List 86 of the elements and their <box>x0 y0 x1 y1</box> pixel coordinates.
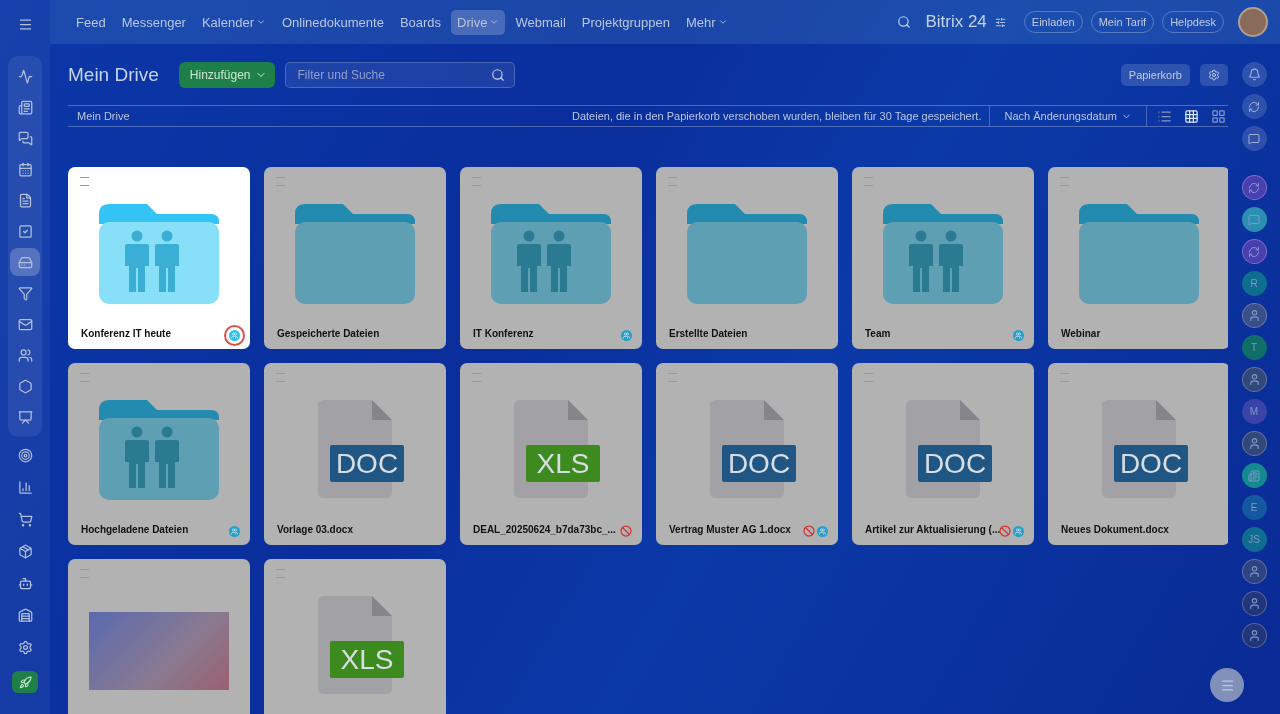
file-name: Vorlage 03.docx <box>277 524 353 535</box>
trash-button[interactable]: Papierkorb <box>1120 64 1190 86</box>
chat-avatar[interactable] <box>1241 207 1267 232</box>
file-card[interactable]: DOC Vorlage 03.docx <box>264 363 446 545</box>
file-card[interactable]: DOC Artikel zur Aktualisierung (... <box>852 363 1034 545</box>
chat-icon[interactable] <box>1241 126 1267 151</box>
file-card[interactable]: DOC Vertrag Muster AG 1.docx <box>656 363 838 545</box>
drag-handle-icon[interactable] <box>1060 373 1069 382</box>
file-card[interactable]: XLS DEAL_20250624_b7da73bc_... <box>460 363 642 545</box>
drag-handle-icon[interactable] <box>668 373 677 382</box>
contact-avatar[interactable]: M <box>1241 399 1267 424</box>
breadcrumb[interactable]: Mein Drive <box>77 110 130 122</box>
file-card[interactable]: Hochgeladene Dateien <box>68 363 250 545</box>
file-card[interactable]: Team <box>852 167 1034 349</box>
drag-handle-icon[interactable] <box>276 177 285 186</box>
contact-avatar[interactable] <box>1241 367 1267 392</box>
drag-handle-icon[interactable] <box>472 373 481 382</box>
nav-tab[interactable]: Messenger <box>115 9 192 35</box>
contact-avatar[interactable] <box>1241 591 1267 616</box>
settings-button[interactable] <box>1200 64 1228 86</box>
file-type-label: DOC <box>722 445 796 482</box>
page-title: Mein Drive <box>68 64 159 86</box>
drag-handle-icon[interactable] <box>80 373 89 382</box>
file-type-label: DOC <box>918 445 992 482</box>
drag-handle-icon[interactable] <box>864 177 873 186</box>
chat-avatar[interactable] <box>1241 175 1267 200</box>
rocket-icon[interactable] <box>12 671 38 693</box>
file-card[interactable] <box>68 559 250 714</box>
contact-avatar[interactable] <box>1241 431 1267 456</box>
nav-tab[interactable]: Drive <box>451 9 506 35</box>
drag-handle-icon[interactable] <box>276 373 285 382</box>
drag-handle-icon[interactable] <box>80 177 89 186</box>
bell-icon[interactable] <box>1241 62 1267 87</box>
file-name: Hochgeladene Dateien <box>81 524 189 535</box>
file-name: Webinar <box>1061 328 1101 339</box>
drive-icon[interactable] <box>10 248 40 276</box>
file-card[interactable]: Konferenz IT heute <box>68 167 250 349</box>
file-name: DEAL_20250624_b7da73bc_... <box>473 524 616 535</box>
menu-button[interactable] <box>1210 668 1244 702</box>
file-type-label: XLS <box>526 445 600 482</box>
file-type-label: DOC <box>1114 445 1188 482</box>
file-card[interactable]: Gespeicherte Dateien <box>264 167 446 349</box>
file-card[interactable]: IT Konferenz <box>460 167 642 349</box>
file-name: Artikel zur Aktualisierung (... <box>865 524 1001 535</box>
file-name: Konferenz IT heute <box>81 328 171 339</box>
logo: Bitrix 24 <box>925 12 987 32</box>
contact-avatar[interactable] <box>1241 559 1267 584</box>
sliders-icon[interactable] <box>994 16 1006 28</box>
chat-avatar[interactable] <box>1241 463 1267 488</box>
nav-tab[interactable]: Boards <box>393 9 448 35</box>
file-name: Erstellte Dateien <box>669 328 748 339</box>
file-name: Neues Dokument.docx <box>1061 524 1169 535</box>
search-icon <box>490 68 505 82</box>
add-button[interactable]: Hinzufügen <box>178 62 275 88</box>
file-name: IT Konferenz <box>473 328 534 339</box>
file-type-label: DOC <box>330 445 404 482</box>
drag-handle-icon[interactable] <box>1060 177 1069 186</box>
file-name: Team <box>865 328 891 339</box>
drag-handle-icon[interactable] <box>668 177 677 186</box>
nav-tab[interactable]: Feed <box>70 9 112 35</box>
settings-icon <box>1208 69 1220 81</box>
file-name: Gespeicherte Dateien <box>277 328 380 339</box>
nav-tab[interactable]: Kalender <box>195 9 272 35</box>
drag-handle-icon[interactable] <box>80 569 89 578</box>
drag-handle-icon[interactable] <box>276 569 285 578</box>
nav-tab[interactable]: Projektgruppen <box>575 9 676 35</box>
contact-avatar[interactable] <box>1241 623 1267 648</box>
file-type-label: XLS <box>330 641 404 678</box>
avatar[interactable] <box>1238 7 1268 37</box>
file-card[interactable]: DOC Neues Dokument.docx <box>1048 363 1228 545</box>
drag-handle-icon[interactable] <box>864 373 873 382</box>
chat-avatar[interactable] <box>1241 239 1267 264</box>
nav-tab[interactable]: Mehr <box>679 9 734 35</box>
menu-icon <box>1219 677 1235 693</box>
file-card[interactable]: Erstellte Dateien <box>656 167 838 349</box>
file-card[interactable]: XLS <box>264 559 446 714</box>
search-icon[interactable] <box>897 15 912 29</box>
file-name: Vertrag Muster AG 1.docx <box>669 524 791 535</box>
contact-avatar[interactable] <box>1241 303 1267 328</box>
nav-tab[interactable]: Webmail <box>509 9 572 35</box>
file-card[interactable]: Webinar <box>1048 167 1228 349</box>
sync-icon[interactable] <box>1241 94 1267 119</box>
trash-notice: Dateien, die in den Papierkorb verschoben wurden, bleiben für 30 Tage gespeichert. <box>571 110 982 122</box>
nav-tab[interactable]: Onlinedokumente <box>276 9 390 35</box>
sort-dropdown[interactable]: Nach Änderungsdatum <box>998 109 1138 123</box>
drag-handle-icon[interactable] <box>472 177 481 186</box>
